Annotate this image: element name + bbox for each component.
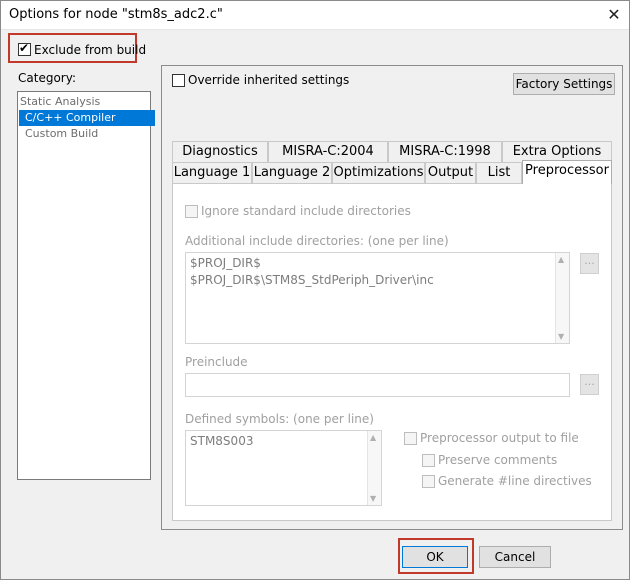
preserve-comments-label: Preserve comments [438,453,558,467]
category-item-static-analysis[interactable]: Static Analysis [19,94,100,110]
tab-optimizations[interactable]: Optimizations [332,162,425,183]
include-dirs-browse-button[interactable]: ... [580,253,599,274]
tab-misra-c-2004[interactable]: MISRA-C:2004 [268,141,388,162]
tab-preprocessor[interactable]: Preprocessor [522,160,612,184]
scroll-up-icon[interactable]: ▲ [370,433,376,442]
cancel-button[interactable]: Cancel [479,546,551,568]
include-dir-line: $PROJ_DIR$\STM8S_StdPeriph_Driver\inc [190,273,434,287]
preinclude-label: Preinclude [185,355,248,369]
defined-symbols-scrollbar[interactable]: ▲ ▼ [367,431,381,505]
tab-language-1[interactable]: Language 1 [172,162,252,183]
exclude-from-build-checkbox[interactable]: ✔ [18,41,31,56]
tab-output[interactable]: Output [425,162,476,183]
ignore-std-include-checkbox[interactable] [185,205,198,218]
category-item-custom-build[interactable]: Custom Build [19,126,98,142]
tab-list[interactable]: List [476,162,522,183]
category-item-c-cpp-compiler[interactable]: C/C++ Compiler [19,110,155,126]
include-dir-line: $PROJ_DIR$ [190,256,261,270]
scroll-down-icon[interactable]: ▼ [370,494,376,503]
generate-line-directives-checkbox[interactable] [422,475,435,488]
tab-diagnostics[interactable]: Diagnostics [172,141,268,162]
factory-settings-button[interactable]: Factory Settings [513,73,615,95]
ignore-std-include-label: Ignore standard include directories [201,204,411,218]
close-icon[interactable]: ✕ [600,0,628,30]
defined-symbols-label: Defined symbols: (one per line) [185,412,374,426]
category-label: Category: [18,71,76,85]
category-list[interactable]: Static Analysis C/C++ Compiler Custom Bu… [17,91,155,480]
include-dirs-scrollbar[interactable]: ▲ ▼ [555,253,569,343]
scroll-down-icon[interactable]: ▼ [558,332,564,341]
checkmark-icon: ✔ [19,41,30,55]
title-bar: Options for node "stm8s_adc2.c" ✕ [0,0,630,30]
preinclude-browse-button[interactable]: ... [580,374,599,395]
override-inherited-label: Override inherited settings [188,73,350,87]
defined-symbol-line: STM8S003 [190,434,254,448]
scroll-up-icon[interactable]: ▲ [558,255,564,264]
exclude-from-build-label: Exclude from build [34,43,147,57]
additional-include-label: Additional include directories: (one per… [185,234,449,248]
include-dirs-textarea[interactable]: $PROJ_DIR$ $PROJ_DIR$\STM8S_StdPeriph_Dr… [185,252,570,344]
tab-extra-options[interactable]: Extra Options [502,141,612,162]
override-inherited-checkbox[interactable] [172,74,185,87]
tab-language-2[interactable]: Language 2 [252,162,332,183]
window-title: Options for node "stm8s_adc2.c" [9,7,223,22]
preprocessor-output-checkbox[interactable] [404,432,417,445]
preserve-comments-checkbox[interactable] [422,454,435,467]
preprocessor-output-label: Preprocessor output to file [420,431,579,445]
tab-misra-c-1998[interactable]: MISRA-C:1998 [388,141,502,162]
preinclude-field[interactable] [185,373,570,397]
ok-button[interactable]: OK [402,546,468,568]
generate-line-directives-label: Generate #line directives [438,474,592,488]
defined-symbols-textarea[interactable]: STM8S003 ▲ ▼ [185,430,382,506]
